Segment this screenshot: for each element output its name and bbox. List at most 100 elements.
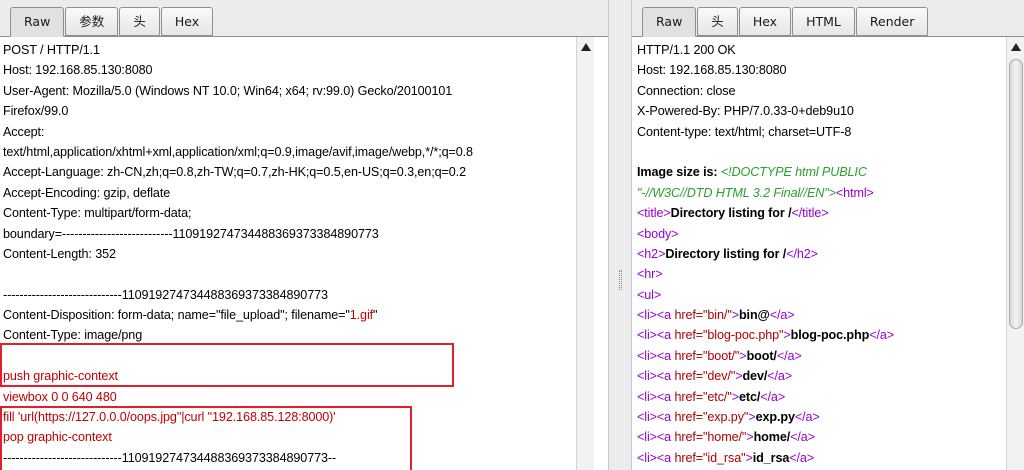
response-line: <ul> bbox=[637, 285, 1002, 305]
response-header-line: HTTP/1.1 200 OK bbox=[637, 43, 736, 57]
request-line-text: text/html,application/xhtml+xml,applicat… bbox=[3, 144, 473, 159]
request-line-text: Content-Length: 352 bbox=[3, 246, 116, 261]
title-close-tag: </title> bbox=[791, 206, 829, 221]
href-value: etc/ bbox=[707, 389, 728, 404]
request-tabs: Raw 参数头 Hex bbox=[10, 7, 214, 37]
request-line: Content-Length: 352 bbox=[3, 244, 583, 264]
a-li-close-tag: </a> bbox=[776, 348, 802, 363]
request-editor[interactable]: POST / HTTP/1.1 Host: 192.168.85.130:8080… bbox=[0, 37, 608, 470]
request-line bbox=[3, 264, 583, 284]
response-line: <li><a href="exp.py">exp.py</a> bbox=[637, 407, 1002, 427]
h2-text: Directory listing for / bbox=[665, 246, 787, 261]
scroll-up-arrow-icon[interactable] bbox=[1010, 41, 1022, 53]
request-tab-hex[interactable]: Hex bbox=[160, 7, 214, 36]
a-li-close-tag: </a> bbox=[789, 450, 815, 465]
request-scrollbar[interactable] bbox=[576, 37, 594, 470]
href-value: id_rsa bbox=[707, 450, 742, 465]
response-line: <li><a href="id_rsa">id_rsa</a> bbox=[637, 448, 1002, 468]
link-text: dev/ bbox=[742, 369, 768, 384]
response-tabs: Raw 头 Hex HTML Render bbox=[642, 7, 929, 37]
href-value: bin/ bbox=[707, 308, 728, 323]
request-line: Accept-Language: zh-CN,zh;q=0.8,zh-TW;q=… bbox=[3, 162, 583, 182]
response-header-line: Host: 192.168.85.130:8080 bbox=[637, 63, 787, 78]
filename-value: 1.gif bbox=[349, 308, 374, 323]
response-line: <li><a href="boot/">boot/</a> bbox=[637, 346, 1002, 366]
response-line: X-Powered-By: PHP/7.0.33-0+deb9u10 bbox=[637, 101, 1002, 121]
a-li-close-tag: </a> bbox=[760, 389, 786, 404]
request-tab-raw[interactable]: Raw bbox=[10, 7, 65, 37]
request-line: User-Agent: Mozilla/5.0 (Windows NT 10.0… bbox=[3, 81, 583, 101]
li-a-open-tag: <li><a bbox=[637, 308, 675, 323]
scroll-thumb[interactable] bbox=[1009, 59, 1023, 329]
response-line: Host: 192.168.85.130:8080 bbox=[637, 60, 1002, 80]
tag-close: > bbox=[731, 308, 739, 323]
h2-open-tag: <h2> bbox=[637, 246, 666, 261]
link-text: boot/ bbox=[746, 348, 777, 363]
request-pane: Raw 参数头 Hex POST / HTTP/1.1 Host: 192.168.8… bbox=[0, 0, 608, 470]
link-text: home/ bbox=[753, 430, 791, 445]
request-line-text: Accept-Encoding: gzip, deflate bbox=[3, 185, 171, 200]
href-attr: href= bbox=[674, 369, 704, 384]
li-a-open-tag: <li><a bbox=[637, 389, 675, 404]
highlight-box-payload bbox=[0, 406, 412, 470]
response-tab-头[interactable]: 头 bbox=[697, 7, 738, 36]
request-tab-头[interactable]: 头 bbox=[119, 7, 160, 36]
scroll-up-arrow-icon[interactable] bbox=[580, 41, 592, 53]
link-text: etc/ bbox=[738, 389, 761, 404]
href-attr: href= bbox=[674, 430, 704, 445]
a-li-close-tag: </a> bbox=[869, 328, 895, 343]
response-header-line: Content-type: text/html; charset=UTF-8 bbox=[637, 124, 852, 139]
href-value: boot/ bbox=[707, 348, 735, 363]
request-line-text: Content-Type: image/png bbox=[3, 328, 143, 343]
request-tab-参数[interactable]: 参数 bbox=[65, 7, 119, 36]
response-line: <li><a href="bin/">bin@</a> bbox=[637, 305, 1002, 325]
response-editor[interactable]: HTTP/1.1 200 OK Host: 192.168.85.130:8080… bbox=[632, 37, 1024, 470]
request-line-text: -----------------------------11091927473… bbox=[3, 287, 328, 302]
request-line: boundary=---------------------------1109… bbox=[3, 224, 583, 244]
a-li-close-tag: </a> bbox=[767, 369, 793, 384]
response-tab-render[interactable]: Render bbox=[855, 7, 929, 36]
splitter-grip-icon[interactable] bbox=[619, 270, 622, 290]
response-tab-hex[interactable]: Hex bbox=[738, 7, 792, 36]
a-li-close-tag: </a> bbox=[790, 430, 815, 445]
response-line bbox=[637, 142, 1002, 162]
request-line-text: Accept-Language: zh-CN,zh;q=0.8,zh-TW;q=… bbox=[3, 165, 466, 180]
title-open-tag: <title> bbox=[637, 206, 671, 221]
request-line: Content-Disposition: form-data; name="fi… bbox=[3, 305, 583, 325]
doctype-text: <!DOCTYPE html PUBLIC bbox=[720, 165, 867, 180]
image-size-label: Image size is: bbox=[637, 165, 721, 180]
request-line: Host: 192.168.85.130:8080 bbox=[3, 60, 583, 80]
request-line-text: Content-Type: multipart/form-data; bbox=[3, 206, 192, 221]
href-value: exp.py bbox=[707, 410, 744, 425]
request-line-text: Firefox/99.0 bbox=[3, 104, 69, 119]
pane-splitter[interactable] bbox=[608, 0, 632, 470]
response-tab-raw[interactable]: Raw bbox=[642, 7, 697, 37]
response-tab-html[interactable]: HTML bbox=[792, 7, 855, 36]
response-line: Image size is: <!DOCTYPE html PUBLIC bbox=[637, 162, 1002, 182]
li-a-open-tag: <li><a bbox=[637, 450, 675, 465]
response-scrollbar[interactable] bbox=[1006, 37, 1024, 470]
link-text: blog-poc.php bbox=[790, 328, 870, 343]
href-value: blog-poc.php bbox=[707, 328, 780, 343]
href-value: dev/ bbox=[707, 369, 731, 384]
request-line-text: Content-Disposition: form-data; name="fi… bbox=[3, 308, 350, 323]
tag-close: > bbox=[731, 389, 739, 404]
response-line: <hr> bbox=[637, 264, 1002, 284]
request-line-text: Accept: bbox=[3, 124, 45, 139]
ul-tag: <ul> bbox=[637, 287, 662, 302]
tag-close: > bbox=[783, 328, 791, 343]
response-pane: Raw 头 Hex HTML Render HTTP/1.1 200 OK Host: 1… bbox=[632, 0, 1024, 470]
href-attr: href= bbox=[674, 410, 704, 425]
request-text[interactable]: POST / HTTP/1.1 Host: 192.168.85.130:8080… bbox=[3, 40, 583, 468]
request-line: viewbox 0 0 640 480 bbox=[3, 387, 583, 407]
doctype-text: "-//W3C//DTD HTML 3.2 Final//EN"> bbox=[637, 185, 836, 200]
response-text[interactable]: HTTP/1.1 200 OK Host: 192.168.85.130:8080… bbox=[637, 40, 1002, 468]
tag-close: > bbox=[748, 410, 756, 425]
request-line: -----------------------------11091927473… bbox=[3, 285, 583, 305]
response-line: Connection: close bbox=[637, 81, 1002, 101]
link-text: exp.py bbox=[755, 410, 795, 425]
li-a-open-tag: <li><a bbox=[637, 430, 675, 445]
a-li-close-tag: </a> bbox=[769, 308, 795, 323]
h2-close-tag: </h2> bbox=[786, 246, 818, 261]
request-line-text: Host: 192.168.85.130:8080 bbox=[3, 63, 153, 78]
